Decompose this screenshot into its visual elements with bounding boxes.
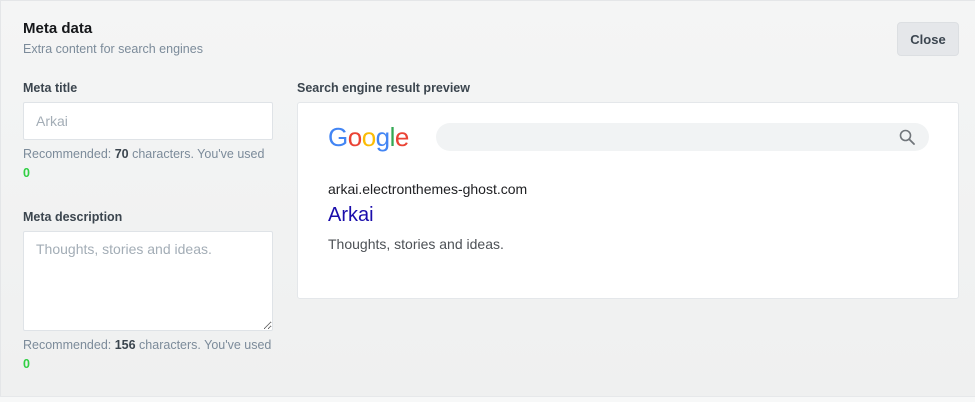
panel-subtitle: Extra content for search engines [23,42,203,56]
google-logo-letter: G [328,122,348,152]
meta-title-hint-prefix: Recommended: [23,147,115,161]
meta-title-used-count: 0 [23,166,30,180]
meta-description-textarea[interactable] [23,231,273,331]
google-logo-letter: g [375,122,390,152]
preview-search-bar [436,123,929,151]
meta-title-recommended-count: 70 [114,147,129,161]
google-logo-letter: o [361,122,376,152]
google-logo-letter: e [394,122,409,152]
preview-label: Search engine result preview [297,81,470,95]
meta-title-label: Meta title [23,81,78,95]
meta-title-hint: Recommended: 70 characters. You've used … [23,145,278,183]
meta-description-hint-middle: characters. You've used [135,338,272,352]
panel-title: Meta data [23,20,93,37]
meta-description-recommended-count: 156 [114,338,136,352]
result-description: Thoughts, stories and ideas. [328,236,504,252]
meta-title-input[interactable] [23,102,273,140]
google-logo: Google [328,122,409,153]
meta-description-label: Meta description [23,210,123,224]
close-button[interactable]: Close [897,22,959,56]
google-logo-letter: o [347,122,362,152]
result-title: Arkai [328,204,374,226]
meta-description-used-count: 0 [23,357,30,371]
meta-description-hint-prefix: Recommended: [23,338,115,352]
result-url: arkai.electronthemes-ghost.com [328,181,528,197]
meta-title-hint-middle: characters. You've used [128,147,265,161]
search-icon [899,129,915,145]
meta-description-hint: Recommended: 156 characters. You've used… [23,336,278,374]
panel-bottom-edge [0,396,975,402]
search-result-preview: Google arkai.electronthemes-ghost.com Ar… [297,102,959,299]
